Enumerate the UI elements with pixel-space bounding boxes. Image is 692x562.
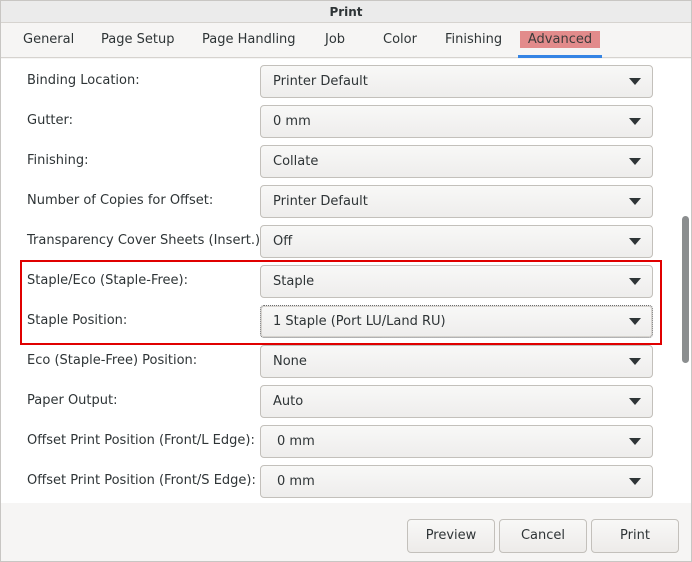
binding-location-select[interactable]: Printer Default — [260, 65, 653, 98]
option-label: Transparency Cover Sheets (Insert.): — [27, 233, 265, 248]
option-row: Eco (Staple-Free) Position: None — [1, 345, 671, 386]
chevron-down-icon — [629, 198, 641, 205]
option-row: Offset Print Position (Front/S Edge): 0 … — [1, 465, 671, 503]
offset-front-s-edge-select[interactable]: 0 mm — [260, 465, 653, 498]
eco-position-select[interactable]: None — [260, 345, 653, 378]
chevron-down-icon — [629, 118, 641, 125]
option-label: Finishing: — [27, 153, 89, 168]
chevron-down-icon — [629, 438, 641, 445]
tab-job[interactable]: Job — [317, 23, 353, 58]
finishing-select[interactable]: Collate — [260, 145, 653, 178]
tab-page-handling[interactable]: Page Handling — [194, 23, 304, 58]
tab-bar: General Page Setup Page Handling Job Col… — [1, 23, 691, 58]
tab-general[interactable]: General — [15, 23, 82, 58]
preview-button[interactable]: Preview — [407, 519, 495, 553]
tab-finishing[interactable]: Finishing — [437, 23, 510, 58]
chevron-down-icon — [629, 358, 641, 365]
option-row: Transparency Cover Sheets (Insert.): Off — [1, 225, 671, 266]
option-label: Staple Position: — [27, 313, 128, 328]
option-row: Number of Copies for Offset: Printer Def… — [1, 185, 671, 226]
chevron-down-icon — [629, 78, 641, 85]
copies-for-offset-select[interactable]: Printer Default — [260, 185, 653, 218]
paper-output-select[interactable]: Auto — [260, 385, 653, 418]
option-label: Paper Output: — [27, 393, 118, 408]
tab-advanced[interactable]: Advanced — [518, 23, 602, 58]
advanced-options-panel: Binding Location: Printer Default Gutter… — [1, 59, 691, 503]
staple-eco-select[interactable]: Staple — [260, 265, 653, 298]
print-dialog: Print General Page Setup Page Handling J… — [0, 0, 692, 562]
option-label: Binding Location: — [27, 73, 140, 88]
option-row: Offset Print Position (Front/L Edge): 0 … — [1, 425, 671, 466]
cancel-button[interactable]: Cancel — [499, 519, 587, 553]
tab-page-setup[interactable]: Page Setup — [93, 23, 182, 58]
transparency-cover-sheets-select[interactable]: Off — [260, 225, 653, 258]
dialog-button-bar: Preview Cancel Print — [1, 503, 691, 561]
window-title: Print — [1, 1, 691, 23]
chevron-down-icon — [629, 398, 641, 405]
option-row: Paper Output: Auto — [1, 385, 671, 426]
option-label: Staple/Eco (Staple-Free): — [27, 273, 188, 288]
option-label: Number of Copies for Offset: — [27, 193, 214, 208]
gutter-select[interactable]: 0 mm — [260, 105, 653, 138]
option-label: Eco (Staple-Free) Position: — [27, 353, 198, 368]
option-row: Staple Position: 1 Staple (Port LU/Land … — [1, 305, 671, 346]
scrollbar-thumb[interactable] — [682, 216, 689, 363]
chevron-down-icon — [629, 478, 641, 485]
option-row: Staple/Eco (Staple-Free): Staple — [1, 265, 671, 306]
chevron-down-icon — [629, 278, 641, 285]
chevron-down-icon — [629, 318, 641, 325]
option-row: Binding Location: Printer Default — [1, 65, 671, 106]
tab-color[interactable]: Color — [375, 23, 425, 58]
staple-position-select[interactable]: 1 Staple (Port LU/Land RU) — [260, 305, 653, 338]
option-label: Gutter: — [27, 113, 74, 128]
chevron-down-icon — [629, 158, 641, 165]
chevron-down-icon — [629, 238, 641, 245]
option-label: Offset Print Position (Front/L Edge): — [27, 433, 255, 448]
option-label: Offset Print Position (Front/S Edge): — [27, 473, 256, 488]
option-row: Finishing: Collate — [1, 145, 671, 186]
offset-front-l-edge-select[interactable]: 0 mm — [260, 425, 653, 458]
print-button[interactable]: Print — [591, 519, 679, 553]
option-row: Gutter: 0 mm — [1, 105, 671, 146]
